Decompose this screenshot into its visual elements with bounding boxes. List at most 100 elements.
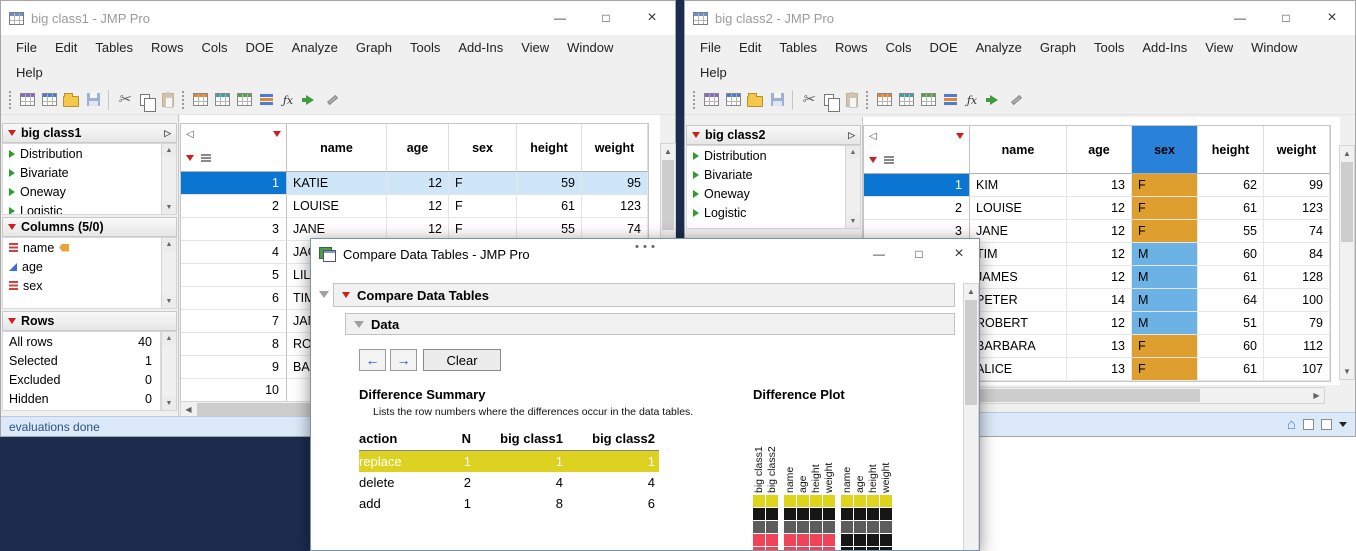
open-icon[interactable] xyxy=(60,89,82,111)
cell-weight[interactable]: 112 xyxy=(1264,335,1330,358)
columns-menu-icon[interactable] xyxy=(956,133,964,139)
summary-n[interactable]: 2 xyxy=(431,472,475,493)
save-icon[interactable] xyxy=(766,89,788,111)
summary-big-class2[interactable]: 4 xyxy=(567,472,659,493)
cell-age[interactable]: 13 xyxy=(1067,358,1132,381)
rows-scrollbar[interactable]: ▲ ▼ xyxy=(161,331,177,411)
data-table-icon[interactable] xyxy=(189,89,211,111)
summary-big-class2[interactable]: 6 xyxy=(567,493,659,514)
cell-weight[interactable]: 95 xyxy=(582,172,648,195)
cut-icon[interactable] xyxy=(113,89,135,111)
cell-weight[interactable]: 107 xyxy=(1264,358,1330,381)
menu-help[interactable]: Help xyxy=(7,60,52,85)
column-item-age[interactable]: age xyxy=(3,257,161,276)
cell-sex[interactable]: F xyxy=(1132,335,1198,358)
column-header-weight[interactable]: weight xyxy=(1264,126,1330,174)
menu-file[interactable]: File xyxy=(7,35,46,60)
row-number[interactable]: 10 xyxy=(181,379,287,402)
status-dropdown-icon[interactable] xyxy=(1339,422,1347,427)
scrollbar-thumb[interactable] xyxy=(662,160,674,230)
cell-name[interactable]: JANE xyxy=(970,220,1067,243)
cell-weight[interactable]: 99 xyxy=(1264,174,1330,197)
cell-height[interactable]: 59 xyxy=(517,172,582,195)
titlebar[interactable]: big class2 - JMP Pro — □ × xyxy=(685,1,1355,35)
cell-weight[interactable]: 123 xyxy=(1264,197,1330,220)
status-checkbox-icon[interactable] xyxy=(1303,419,1314,430)
difference-plot[interactable] xyxy=(753,495,893,551)
eraser-icon[interactable] xyxy=(1005,89,1027,111)
red-triangle-menu-icon[interactable] xyxy=(342,292,350,298)
row-state-hidden[interactable]: Hidden0 xyxy=(3,389,160,408)
cell-weight[interactable]: 100 xyxy=(1264,289,1330,312)
maximize-button[interactable]: □ xyxy=(899,239,939,269)
data-table-icon[interactable] xyxy=(873,89,895,111)
summary-n[interactable]: 1 xyxy=(431,493,475,514)
menu-cols[interactable]: Cols xyxy=(876,35,920,60)
scroll-up-icon[interactable]: ▲ xyxy=(846,146,860,159)
rows-panel-header[interactable]: Rows xyxy=(2,311,177,331)
cell-name[interactable]: LOUISE xyxy=(970,197,1067,220)
row-number[interactable]: 7 xyxy=(181,310,287,333)
cell-weight[interactable]: 128 xyxy=(1264,266,1330,289)
cell-sex[interactable]: F xyxy=(449,172,517,195)
cell-name[interactable]: TIM xyxy=(970,243,1067,266)
clear-button[interactable]: Clear xyxy=(423,349,501,371)
dialog-titlebar[interactable]: Compare Data Tables - JMP Pro — □ × xyxy=(311,239,979,269)
cell-age[interactable]: 12 xyxy=(1067,243,1132,266)
scrollbar-thumb[interactable] xyxy=(1341,162,1353,242)
menu-edit[interactable]: Edit xyxy=(46,35,86,60)
previous-difference-button[interactable]: ← xyxy=(359,349,386,371)
column-header-sex[interactable]: sex xyxy=(1132,126,1198,174)
paste-icon[interactable] xyxy=(841,89,863,111)
menu-analyze[interactable]: Analyze xyxy=(967,35,1031,60)
menu-cols[interactable]: Cols xyxy=(192,35,236,60)
scroll-up-icon[interactable]: ▲ xyxy=(964,284,978,299)
disclosure-icon[interactable] xyxy=(319,291,329,298)
cell-age[interactable]: 12 xyxy=(1067,197,1132,220)
close-button[interactable]: × xyxy=(939,239,979,269)
cell-age[interactable]: 13 xyxy=(1067,174,1132,197)
next-difference-button[interactable]: → xyxy=(390,349,417,371)
menu-window[interactable]: Window xyxy=(1242,35,1306,60)
minimize-button[interactable]: — xyxy=(537,1,583,35)
cell-name[interactable]: JAMES xyxy=(970,266,1067,289)
cell-age[interactable]: 12 xyxy=(387,195,449,218)
cell-name[interactable]: KATIE xyxy=(287,172,387,195)
row-number[interactable]: 4 xyxy=(181,241,287,264)
toolbar-grip-icon[interactable] xyxy=(182,91,184,109)
home-window-icon[interactable]: ⌂ xyxy=(1287,417,1296,432)
close-button[interactable]: × xyxy=(629,1,675,35)
row-number[interactable]: 5 xyxy=(181,264,287,287)
row-number[interactable]: 9 xyxy=(181,356,287,379)
summary-table-icon[interactable] xyxy=(895,89,917,111)
analysis-item-bivariate[interactable]: Bivariate xyxy=(687,165,845,184)
menu-window[interactable]: Window xyxy=(558,35,622,60)
maximize-button[interactable]: □ xyxy=(583,1,629,35)
scroll-up-icon[interactable]: ▲ xyxy=(162,332,176,345)
formula-icon[interactable] xyxy=(961,89,983,111)
new-journal-icon[interactable] xyxy=(700,89,722,111)
menu-doe[interactable]: DOE xyxy=(236,35,282,60)
titlebar[interactable]: big class1 - JMP Pro — □ × xyxy=(1,1,675,35)
row-number[interactable]: 3 xyxy=(181,218,287,241)
recode-icon[interactable] xyxy=(299,89,321,111)
scroll-left-icon[interactable]: ◀ xyxy=(181,402,196,417)
column-header-name[interactable]: name xyxy=(287,124,387,172)
menu-graph[interactable]: Graph xyxy=(1031,35,1085,60)
new-data-table-icon[interactable] xyxy=(722,89,744,111)
sort-icon[interactable] xyxy=(255,89,277,111)
menu-file[interactable]: File xyxy=(691,35,730,60)
cell-height[interactable]: 60 xyxy=(1198,243,1264,266)
new-data-table-icon[interactable] xyxy=(38,89,60,111)
cell-name[interactable]: LOUISE xyxy=(287,195,387,218)
analysis-item-oneway[interactable]: Oneway xyxy=(687,184,845,203)
status-checkbox-icon[interactable] xyxy=(1321,419,1332,430)
cell-weight[interactable]: 84 xyxy=(1264,243,1330,266)
row-number[interactable]: 1 xyxy=(181,172,287,195)
cell-height[interactable]: 60 xyxy=(1198,335,1264,358)
maximize-button[interactable]: □ xyxy=(1263,1,1309,35)
copy-icon[interactable] xyxy=(819,89,841,111)
formula-icon[interactable] xyxy=(277,89,299,111)
summary-big-class2[interactable]: 1 xyxy=(567,451,659,472)
cell-sex[interactable]: F xyxy=(449,195,517,218)
